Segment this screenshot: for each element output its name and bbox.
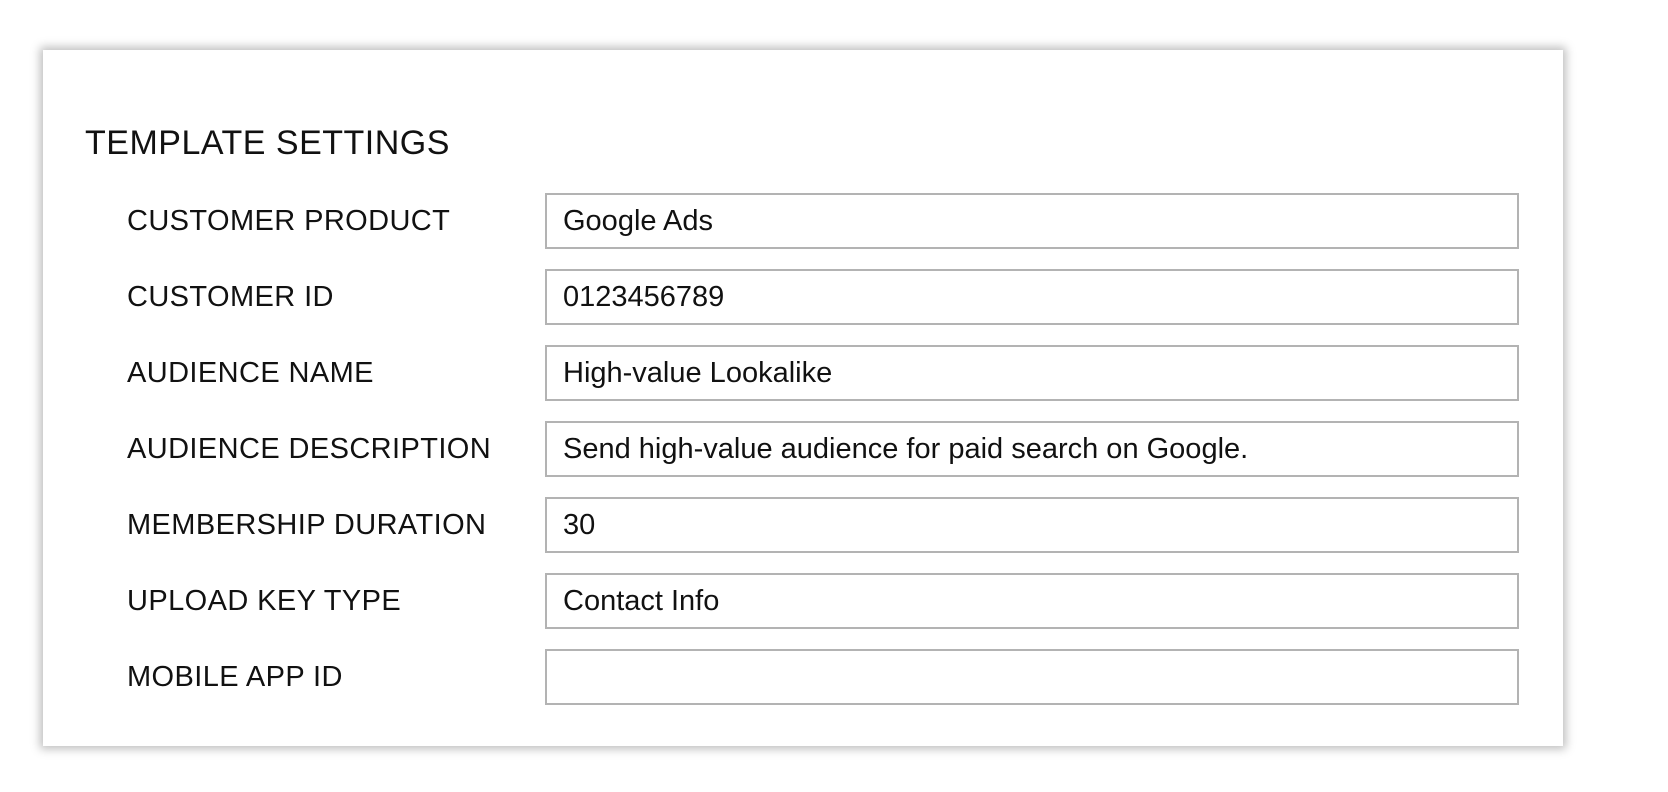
audience-description-label: AUDIENCE DESCRIPTION (127, 433, 492, 465)
mobile-app-id-input[interactable] (545, 649, 1519, 705)
customer-product-label: CUSTOMER PRODUCT (127, 205, 451, 237)
field-row-customer-product: CUSTOMER PRODUCT (43, 193, 1563, 249)
field-row-mobile-app-id: MOBILE APP ID (43, 649, 1563, 705)
customer-product-input[interactable] (545, 193, 1519, 249)
upload-key-type-label: UPLOAD KEY TYPE (127, 585, 402, 617)
field-row-audience-name: AUDIENCE NAME (43, 345, 1563, 401)
template-settings-panel: TEMPLATE SETTINGS CUSTOMER PRODUCT CUSTO… (43, 50, 1563, 746)
membership-duration-label: MEMBERSHIP DURATION (127, 509, 487, 541)
upload-key-type-input[interactable] (545, 573, 1519, 629)
audience-description-input[interactable] (545, 421, 1519, 477)
customer-id-input[interactable] (545, 269, 1519, 325)
customer-id-label: CUSTOMER ID (127, 281, 334, 313)
field-row-audience-description: AUDIENCE DESCRIPTION (43, 421, 1563, 477)
mobile-app-id-label: MOBILE APP ID (127, 661, 343, 693)
field-row-membership-duration: MEMBERSHIP DURATION (43, 497, 1563, 553)
field-row-customer-id: CUSTOMER ID (43, 269, 1563, 325)
field-row-upload-key-type: UPLOAD KEY TYPE (43, 573, 1563, 629)
panel-title: TEMPLATE SETTINGS (85, 124, 450, 162)
audience-name-input[interactable] (545, 345, 1519, 401)
membership-duration-input[interactable] (545, 497, 1519, 553)
audience-name-label: AUDIENCE NAME (127, 357, 374, 389)
